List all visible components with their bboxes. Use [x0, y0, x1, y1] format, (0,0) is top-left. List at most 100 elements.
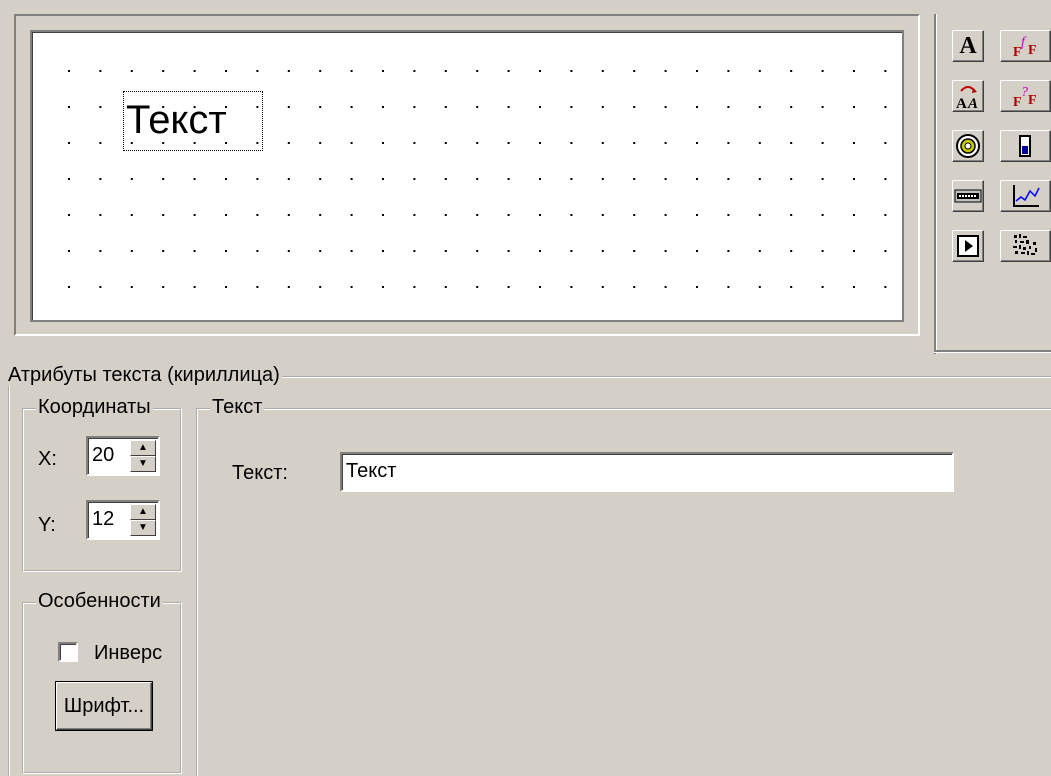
grid-dot [287, 286, 290, 288]
grid-dot [319, 214, 322, 216]
grid-dot [130, 286, 133, 288]
dot-grid [68, 70, 887, 288]
grid-dot [633, 106, 636, 108]
grid-dot [696, 250, 698, 252]
number-display-icon [954, 189, 982, 203]
svg-text:?: ? [1021, 85, 1028, 100]
x-value[interactable]: 20 [92, 444, 114, 467]
canvas-text-element[interactable]: Текст [123, 91, 263, 151]
y-spin-up[interactable]: ▲ [130, 504, 156, 520]
grid-dot [256, 70, 259, 72]
x-spin-down[interactable]: ▼ [130, 456, 156, 472]
x-spinbox[interactable]: 20 ▲ ▼ [86, 436, 160, 476]
grid-dot [790, 286, 793, 288]
grid-dot [444, 286, 447, 288]
grid-dot [130, 178, 133, 180]
grid-dot [758, 70, 761, 72]
grid-dot [601, 142, 604, 144]
grid-dot [790, 214, 793, 216]
grid-dot [853, 250, 855, 252]
trend-chart-button[interactable] [1000, 180, 1051, 212]
grid-dot [727, 286, 730, 288]
grid-dot [664, 214, 667, 216]
trend-chart-icon [1012, 185, 1040, 207]
grid-dot [99, 250, 102, 252]
grid-dot [413, 106, 416, 108]
toolbar-separator [934, 14, 936, 354]
font-variable-icon: F ? F [1013, 85, 1037, 110]
grid-dot [350, 286, 353, 288]
grid-dot [68, 250, 70, 252]
play-button-tool[interactable] [952, 230, 984, 262]
grid-dot [664, 250, 667, 252]
grid-dot [821, 178, 824, 180]
grid-dot [476, 214, 479, 216]
features-title: Особенности [36, 590, 163, 612]
grid-dot [193, 178, 196, 180]
grid-dot [884, 142, 887, 144]
y-spin-down[interactable]: ▼ [130, 520, 156, 536]
grid-dot [696, 70, 698, 72]
grid-dot [570, 286, 573, 288]
arrow-up-icon: ▲ [138, 442, 148, 453]
text-tool-button[interactable]: A [952, 30, 984, 62]
svg-text:F: F [1028, 43, 1037, 58]
bitmap-button[interactable] [1000, 230, 1051, 262]
grid-dot [727, 70, 730, 72]
coordinates-title: Координаты [36, 396, 153, 418]
cyrillic-text-button[interactable]: A A [952, 80, 984, 112]
grid-dot [601, 214, 604, 216]
grid-dot [727, 178, 730, 180]
grid-dot [444, 142, 447, 144]
grid-dot [853, 106, 855, 108]
grid-dot [539, 286, 541, 288]
grid-dot [413, 250, 416, 252]
toolbar-bottom-border [934, 350, 1051, 352]
grid-dot [350, 106, 353, 108]
font-button[interactable]: Шрифт... [56, 682, 152, 730]
grid-dot [539, 106, 541, 108]
indicator-lamp-button[interactable] [952, 130, 984, 162]
grid-dot [225, 178, 227, 180]
grid-dot [413, 70, 416, 72]
grid-dot [476, 286, 479, 288]
grid-dot [256, 250, 259, 252]
grid-dot [821, 250, 824, 252]
grid-dot [413, 142, 416, 144]
grid-dot [539, 214, 541, 216]
grid-dot [382, 214, 384, 216]
grid-dot [476, 250, 479, 252]
inverse-label[interactable]: Инверс [94, 642, 162, 665]
y-value[interactable]: 12 [92, 508, 114, 531]
grid-dot [444, 250, 447, 252]
grid-dot [821, 106, 824, 108]
font-variable-button[interactable]: F ? F [1000, 80, 1051, 112]
grid-dot [758, 178, 761, 180]
text-input[interactable]: Текст [340, 452, 954, 492]
grid-dot [287, 250, 290, 252]
grid-dot [884, 70, 887, 72]
grid-dot [350, 214, 353, 216]
grid-dot [664, 70, 667, 72]
text-attributes-title: Атрибуты текста (кириллица) [6, 364, 282, 386]
grid-dot [507, 286, 510, 288]
grid-dot [350, 70, 353, 72]
x-spin-buttons: ▲ ▼ [130, 440, 156, 472]
grid-dot [570, 178, 573, 180]
y-spinbox[interactable]: 12 ▲ ▼ [86, 500, 160, 540]
font-field-button[interactable]: F f F [1000, 30, 1051, 62]
bar-gauge-button[interactable] [1000, 130, 1051, 162]
grid-dot [225, 214, 227, 216]
bar-gauge-icon [1018, 135, 1031, 157]
number-display-button[interactable] [952, 180, 984, 212]
grid-dot [507, 250, 510, 252]
inverse-checkbox[interactable] [58, 642, 78, 662]
grid-dot [884, 178, 887, 180]
x-spin-up[interactable]: ▲ [130, 440, 156, 456]
arrow-down-icon: ▼ [138, 458, 148, 469]
grid-dot [507, 106, 510, 108]
grid-dot [350, 250, 353, 252]
font-field-icon: F f F [1013, 35, 1037, 60]
design-canvas[interactable]: Текст [30, 30, 904, 322]
grid-dot [633, 178, 636, 180]
